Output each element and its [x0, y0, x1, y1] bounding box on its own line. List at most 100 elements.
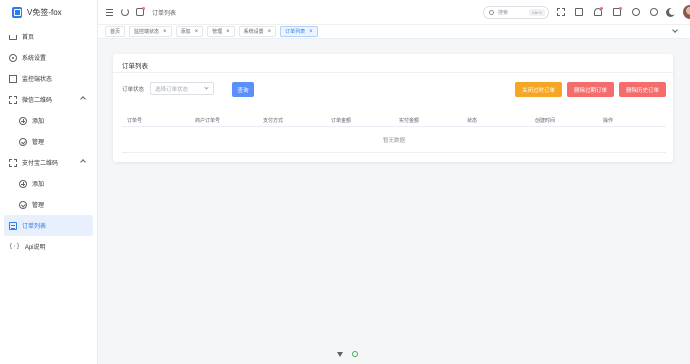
add-circle-icon: [19, 116, 27, 125]
logo-icon: [12, 6, 22, 18]
sidebar-item-orders[interactable]: 订单列表: [4, 215, 93, 236]
delete-history-orders-button[interactable]: 删除历史订单: [619, 82, 666, 97]
sidebar-item-api[interactable]: {·} Api说明: [0, 236, 97, 257]
avatar[interactable]: [683, 5, 690, 19]
tab-manage[interactable]: 管理 ×: [207, 26, 235, 37]
tab-label: 首页: [110, 29, 121, 35]
sidebar-item-label: 管理: [32, 203, 45, 209]
tab-label: 管理: [212, 29, 223, 35]
chevron-down-icon: [204, 85, 209, 90]
sidebar-item-wechat-add[interactable]: 添加: [0, 110, 97, 131]
close-icon[interactable]: ×: [163, 29, 167, 35]
settings-icon[interactable]: [650, 8, 658, 16]
table-header: 订单号 商户订单号 支付方式 订单金额 实付金额 状态 创建时间 操作: [122, 115, 666, 127]
column-header[interactable]: 实付金额: [394, 117, 462, 124]
sidebar-item-wechat-qrcode[interactable]: 微信二维码: [0, 89, 97, 110]
qrcode-icon: [9, 95, 17, 104]
column-header[interactable]: 订单号: [122, 117, 190, 124]
sidebar-item-settings[interactable]: 系统设置: [0, 47, 97, 68]
close-icon[interactable]: ×: [226, 29, 230, 35]
gear-icon: [9, 53, 17, 62]
sidebar-item-label: 管理: [32, 140, 45, 146]
chevron-up-icon: [80, 159, 86, 165]
tab-label: 订单列表: [285, 29, 306, 35]
sidebar-item-label: 添加: [32, 119, 45, 125]
search-icon: [489, 10, 494, 15]
sidebar-item-label: 支付宝二维码: [22, 161, 59, 167]
sidebar-item-label: 首页: [22, 35, 35, 41]
tab-label: 系统设置: [243, 29, 264, 35]
sidebar-item-label: 系统设置: [22, 56, 47, 62]
sidebar-item-home[interactable]: 首页: [0, 26, 97, 47]
sidebar-item-label: 添加: [32, 182, 45, 188]
status-circle-icon[interactable]: [352, 351, 358, 357]
chevron-up-icon: [80, 96, 86, 102]
empty-state: 暂无数据: [122, 127, 666, 153]
column-header[interactable]: 商户订单号: [190, 117, 258, 124]
check-circle-icon: [19, 200, 27, 209]
divider: [113, 72, 673, 73]
chevron-down-icon[interactable]: [672, 27, 678, 33]
close-expired-orders-button[interactable]: 关闭过时订单: [515, 82, 562, 97]
monitor-icon: [9, 74, 17, 83]
app-name: V免签-fox: [27, 7, 62, 17]
top-header: 订单列表 搜索 Ctrl K: [98, 0, 690, 24]
close-icon[interactable]: ×: [268, 29, 272, 35]
column-header[interactable]: 支付方式: [258, 117, 326, 124]
sidebar-item-alipay-add[interactable]: 添加: [0, 173, 97, 194]
card-title: 订单列表: [122, 63, 148, 70]
app-logo[interactable]: V免签-fox: [0, 0, 97, 24]
lock-screen-icon[interactable]: [575, 8, 583, 16]
column-header[interactable]: 创建时间: [530, 117, 598, 124]
sidebar-item-monitor[interactable]: 监控端状态: [0, 68, 97, 89]
bell-icon[interactable]: [594, 7, 603, 16]
fullscreen-icon[interactable]: [557, 8, 565, 16]
home-icon: [9, 35, 17, 40]
add-circle-icon: [19, 179, 27, 188]
tab-orders[interactable]: 订单列表 ×: [280, 26, 318, 37]
tab-add[interactable]: 添加 ×: [175, 26, 204, 37]
column-header[interactable]: 订单金额: [326, 117, 394, 124]
sidebar-menu: 首页 系统设置 监控端状态 微信二维码 添加 管理 支付宝二维码 添加 管理 订…: [0, 26, 97, 257]
sidebar-item-alipay-manage[interactable]: 管理: [0, 194, 97, 215]
orders-card: 订单列表 订单状态 选择订单状态 查询 关闭过时订单 删除过期订单 删除历史订单…: [113, 54, 673, 162]
tab-home[interactable]: 首页: [105, 26, 126, 37]
tab-label: 监控端状态: [134, 29, 160, 35]
orders-table: 订单号 商户订单号 支付方式 订单金额 实付金额 状态 创建时间 操作 暂无数据: [122, 115, 666, 153]
delete-expired-orders-button[interactable]: 删除过期订单: [567, 82, 614, 97]
moon-icon[interactable]: [669, 8, 676, 15]
message-icon[interactable]: [613, 7, 622, 16]
bottom-tools: [337, 351, 358, 357]
sidebar: V免签-fox 首页 系统设置 监控端状态 微信二维码 添加 管理 支付宝二维码…: [0, 0, 98, 364]
order-status-select[interactable]: 选择订单状态: [150, 82, 214, 95]
search-placeholder: 搜索: [498, 10, 509, 16]
tab-monitor[interactable]: 监控端状态 ×: [129, 26, 172, 37]
close-icon[interactable]: ×: [309, 29, 313, 35]
query-button[interactable]: 查询: [232, 82, 254, 97]
sidebar-item-label: Api说明: [24, 245, 46, 251]
column-header[interactable]: 状态: [462, 117, 530, 124]
column-header[interactable]: 操作: [598, 117, 666, 124]
qrcode-icon: [9, 158, 17, 167]
sidebar-item-wechat-manage[interactable]: 管理: [0, 131, 97, 152]
sidebar-item-alipay-qrcode[interactable]: 支付宝二维码: [0, 152, 97, 173]
clock-icon[interactable]: [632, 8, 640, 16]
menu-toggle-icon[interactable]: [106, 8, 114, 16]
refresh-icon[interactable]: [121, 8, 129, 16]
check-circle-icon: [19, 137, 27, 146]
sidebar-item-label: 监控端状态: [22, 77, 53, 83]
close-icon[interactable]: ×: [195, 29, 199, 35]
sidebar-item-label: 微信二维码: [22, 98, 53, 104]
palette-icon[interactable]: [136, 7, 145, 16]
tab-settings[interactable]: 系统设置 ×: [238, 26, 277, 37]
filter-icon[interactable]: [337, 351, 343, 357]
api-icon: {·}: [9, 242, 20, 250]
search-box[interactable]: 搜索 Ctrl K: [483, 6, 549, 19]
sidebar-item-label: 订单列表: [22, 224, 47, 230]
select-placeholder: 选择订单状态: [155, 86, 189, 93]
search-shortcut: Ctrl K: [529, 9, 545, 16]
tab-label: 添加: [180, 29, 191, 35]
order-status-label: 订单状态: [122, 87, 145, 93]
list-icon: [9, 221, 17, 230]
breadcrumb: 订单列表: [152, 10, 177, 17]
